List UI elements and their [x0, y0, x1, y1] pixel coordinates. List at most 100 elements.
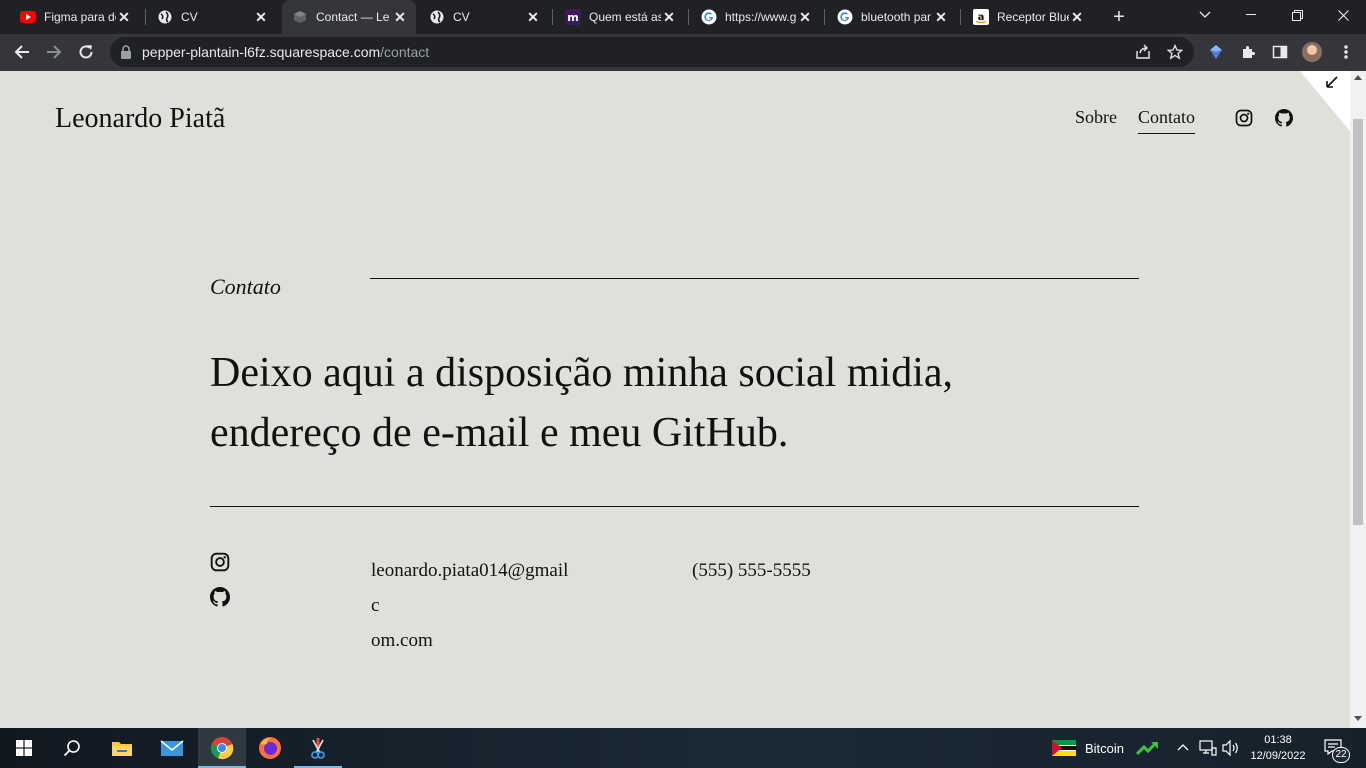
share-icon[interactable]: [1134, 43, 1152, 61]
close-icon[interactable]: ✕: [525, 9, 541, 25]
github-icon[interactable]: [210, 587, 230, 607]
m-icon: m: [565, 9, 581, 25]
scroll-down-arrow[interactable]: [1354, 716, 1362, 721]
network-icon[interactable]: [1199, 740, 1217, 756]
close-icon[interactable]: ✕: [797, 9, 813, 25]
tab-figma[interactable]: Figma para de ✕: [0, 0, 140, 34]
tab-title: Contact — Le: [316, 10, 390, 24]
folder-icon: [112, 742, 132, 756]
tab-contact[interactable]: Contact — Le ✕: [282, 0, 416, 34]
scroll-thumb[interactable]: [1353, 119, 1363, 525]
mozambique-flag-icon: [1052, 740, 1076, 756]
close-icon[interactable]: ✕: [933, 9, 949, 25]
chevron-down-icon: [1199, 11, 1211, 18]
instagram-icon[interactable]: [210, 552, 230, 572]
close-icon: [1337, 9, 1349, 21]
svg-text:a: a: [978, 12, 985, 23]
instagram-icon[interactable]: [1235, 109, 1253, 127]
minimize-button[interactable]: [1228, 0, 1274, 30]
nav-sobre[interactable]: Sobre: [1075, 107, 1117, 128]
taskbar-firefox[interactable]: [246, 728, 294, 768]
scissors-icon: [311, 738, 325, 759]
close-icon[interactable]: ✕: [661, 9, 677, 25]
clock-date: 12/09/2022: [1250, 750, 1306, 762]
taskbar-chrome[interactable]: [198, 728, 246, 768]
close-icon[interactable]: ✕: [1069, 9, 1085, 25]
new-tab-button[interactable]: +: [1108, 6, 1130, 28]
contact-headline: Deixo aqui a disposição minha social mid…: [210, 350, 953, 456]
arrow-left-icon: [14, 45, 29, 59]
tab-title: https://www.g: [725, 10, 797, 24]
url-host: pepper-plantain-l6fz.squarespace.com: [142, 44, 381, 60]
tab-cv[interactable]: CV ✕: [137, 0, 277, 34]
firefox-icon: [259, 737, 281, 759]
phone-number: (555) 555-5555: [692, 560, 811, 581]
windows-taskbar: Bitcoin 01:38 12/09/2022 22: [0, 728, 1366, 768]
kebab-menu-icon[interactable]: [1336, 42, 1356, 62]
profile-avatar[interactable]: [1302, 42, 1322, 62]
tab-bluetooth[interactable]: bluetooth par ✕: [817, 0, 957, 34]
taskbar-mail[interactable]: [148, 728, 196, 768]
tab-title: Receptor Blue: [997, 10, 1069, 24]
restore-button[interactable]: [1274, 0, 1320, 30]
arrow-right-icon: [47, 45, 62, 59]
page-scrollbar[interactable]: [1350, 71, 1366, 728]
mail-icon: [160, 740, 184, 756]
tab-google-url[interactable]: https://www.g ✕: [681, 0, 821, 34]
tab-title: Figma para de: [44, 10, 116, 24]
tab-cv-2[interactable]: CV ✕: [409, 0, 549, 34]
close-icon[interactable]: ✕: [116, 9, 132, 25]
tab-title: CV: [181, 10, 198, 24]
back-button[interactable]: [10, 40, 34, 64]
chrome-icon: [210, 737, 234, 760]
search-icon: [63, 740, 80, 757]
amazon-icon: a: [973, 9, 989, 25]
clock-time: 01:38: [1264, 734, 1292, 746]
notification-center-button[interactable]: 22: [1318, 736, 1350, 763]
address-bar[interactable]: pepper-plantain-l6fz.squarespace.com/con…: [110, 37, 1194, 67]
tab-quem[interactable]: m Quem está as ✕: [545, 0, 685, 34]
page-corner-fold[interactable]: [1300, 71, 1350, 131]
bookmark-star-icon[interactable]: [1166, 43, 1184, 61]
nav-contato[interactable]: Contato: [1138, 107, 1195, 134]
scroll-up-arrow[interactable]: [1354, 75, 1362, 80]
notification-count-badge: 22: [1332, 747, 1350, 763]
taskbar-file-explorer[interactable]: [98, 728, 146, 768]
windows-logo-icon: [16, 740, 32, 756]
forward-button[interactable]: [42, 40, 66, 64]
bitcoin-ticker-label[interactable]: Bitcoin: [1085, 741, 1124, 756]
email-line-2: om.com: [371, 630, 433, 651]
url-path: /contact: [380, 44, 430, 60]
url-text: pepper-plantain-l6fz.squarespace.com/con…: [142, 44, 429, 60]
tab-title: Quem está as: [589, 10, 661, 24]
google-icon: [837, 9, 853, 25]
close-icon[interactable]: ✕: [253, 9, 269, 25]
chevron-up-icon[interactable]: [1177, 743, 1189, 751]
volume-icon[interactable]: [1222, 740, 1240, 756]
side-panel-icon[interactable]: [1270, 42, 1290, 62]
close-icon[interactable]: ✕: [392, 9, 408, 25]
site-title[interactable]: Leonardo Piatã: [55, 103, 225, 135]
trend-up-icon: [1136, 741, 1158, 756]
svg-text:m: m: [567, 11, 578, 24]
search-button[interactable]: [48, 728, 96, 768]
extension-shield-icon[interactable]: [1206, 42, 1226, 62]
extensions-puzzle-icon[interactable]: [1238, 42, 1258, 62]
tab-title: bluetooth par: [861, 10, 932, 24]
tab-search-button[interactable]: [1182, 0, 1228, 30]
taskbar-snipping-tool[interactable]: [294, 728, 342, 768]
section-label: Contato: [210, 274, 281, 299]
email-link[interactable]: leonardo.piata014@gmailc om.com: [371, 553, 576, 658]
tab-amazon[interactable]: a Receptor Blue ✕: [953, 0, 1093, 34]
github-icon[interactable]: [1275, 109, 1293, 127]
email-line-1: leonardo.piata014@gmailc: [371, 560, 569, 616]
globe-icon: [429, 9, 445, 25]
minimize-icon: [1245, 14, 1256, 15]
reload-button[interactable]: [74, 40, 98, 64]
lock-icon: [121, 45, 131, 59]
squarespace-icon: [292, 9, 308, 25]
close-window-button[interactable]: [1320, 0, 1366, 30]
system-clock[interactable]: 01:38 12/09/2022: [1248, 732, 1308, 764]
start-button[interactable]: [0, 728, 48, 768]
globe-icon: [157, 9, 173, 25]
